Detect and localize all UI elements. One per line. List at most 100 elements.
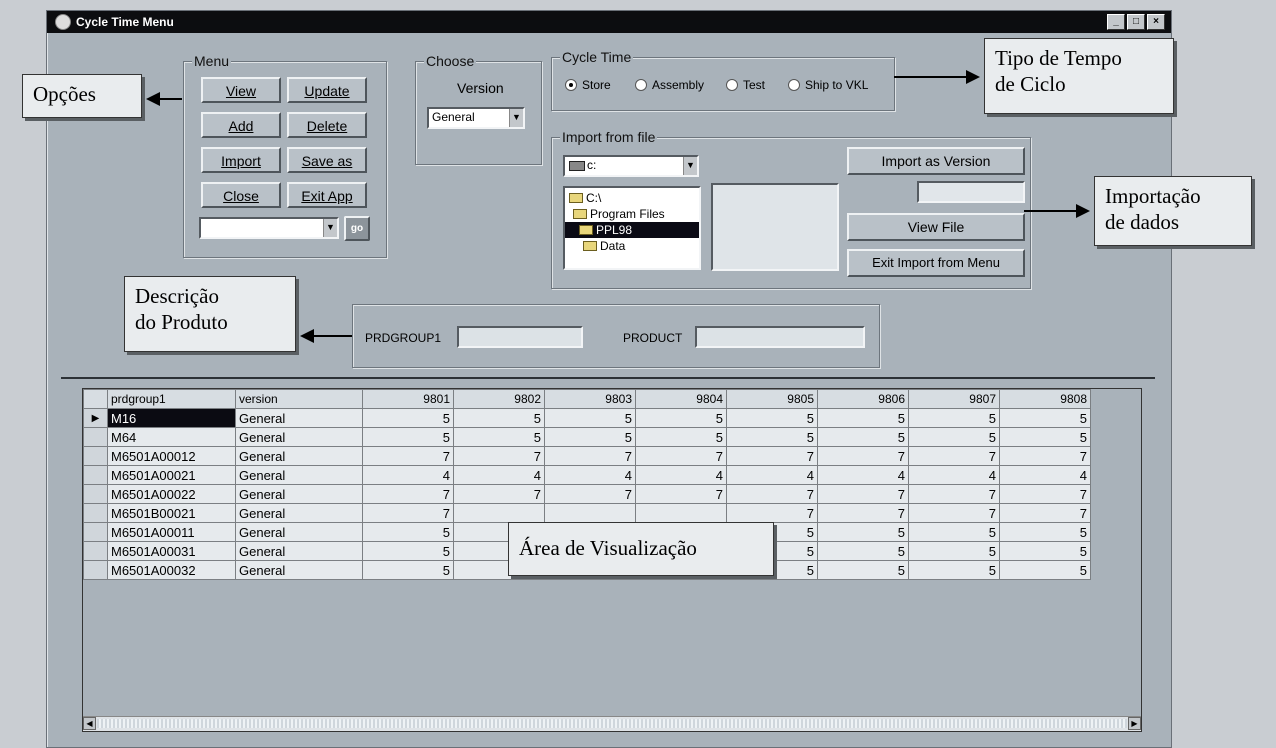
table-cell[interactable]: General — [235, 541, 363, 561]
exit-app-button[interactable]: Exit App — [287, 182, 367, 208]
table-cell[interactable] — [544, 503, 636, 523]
table-cell[interactable]: 7 — [635, 446, 727, 466]
table-cell[interactable]: General — [235, 522, 363, 542]
table-row[interactable]: M6501A00021 General 4 4 4 4 4 4 4 4 — [83, 465, 1091, 485]
table-cell[interactable]: 7 — [635, 484, 727, 504]
table-cell[interactable]: 4 — [362, 465, 454, 485]
update-button[interactable]: Update — [287, 77, 367, 103]
column-header[interactable]: 9801 — [362, 389, 454, 409]
chevron-down-icon[interactable]: ▼ — [683, 157, 697, 175]
table-cell[interactable]: General — [235, 427, 363, 447]
exit-import-button[interactable]: Exit Import from Menu — [847, 249, 1025, 277]
column-header[interactable]: 9806 — [817, 389, 909, 409]
table-cell[interactable]: 7 — [453, 446, 545, 466]
table-cell[interactable]: 4 — [908, 465, 1000, 485]
table-cell[interactable]: 7 — [362, 484, 454, 504]
table-cell[interactable]: 7 — [817, 446, 909, 466]
tree-item-root[interactable]: C:\ — [565, 190, 699, 206]
table-cell[interactable]: 7 — [726, 503, 818, 523]
table-cell[interactable]: 4 — [635, 465, 727, 485]
table-cell[interactable]: 5 — [999, 427, 1091, 447]
table-cell[interactable]: 5 — [635, 427, 727, 447]
chevron-down-icon[interactable]: ▼ — [323, 219, 337, 237]
table-cell[interactable]: 5 — [999, 522, 1091, 542]
add-button[interactable]: Add — [201, 112, 281, 138]
tree-item-ppl98[interactable]: PPL98 — [565, 222, 699, 238]
minimize-button[interactable]: _ — [1107, 14, 1125, 30]
tree-item-data[interactable]: Data — [565, 238, 699, 254]
delete-button[interactable]: Delete — [287, 112, 367, 138]
table-cell[interactable]: 7 — [817, 484, 909, 504]
prdgroup-input[interactable] — [457, 326, 583, 348]
table-cell[interactable]: 7 — [908, 484, 1000, 504]
file-list[interactable] — [711, 183, 839, 271]
table-cell[interactable]: 5 — [999, 408, 1091, 428]
table-cell[interactable]: 7 — [362, 446, 454, 466]
table-cell[interactable]: 5 — [817, 427, 909, 447]
table-cell[interactable]: General — [235, 465, 363, 485]
table-cell[interactable]: M6501A00031 — [107, 541, 236, 561]
table-cell[interactable]: 5 — [362, 427, 454, 447]
table-cell[interactable]: M6501A00022 — [107, 484, 236, 504]
table-cell[interactable]: 5 — [908, 408, 1000, 428]
table-cell[interactable]: 4 — [544, 465, 636, 485]
table-row[interactable]: M64 General 5 5 5 5 5 5 5 5 — [83, 427, 1091, 447]
row-selector[interactable] — [83, 503, 108, 523]
table-cell[interactable]: 4 — [999, 465, 1091, 485]
column-header[interactable]: 9802 — [453, 389, 545, 409]
table-cell[interactable]: M16 — [107, 408, 236, 428]
table-cell[interactable]: 5 — [999, 541, 1091, 561]
table-cell[interactable]: 5 — [635, 408, 727, 428]
column-header[interactable]: 9805 — [726, 389, 818, 409]
row-selector[interactable] — [83, 446, 108, 466]
radio-assembly[interactable]: Assembly — [635, 78, 704, 92]
folder-tree[interactable]: C:\ Program Files PPL98 Data — [563, 186, 701, 270]
table-cell[interactable]: General — [235, 503, 363, 523]
row-selector[interactable] — [83, 427, 108, 447]
row-selector[interactable] — [83, 541, 108, 561]
import-as-version-button[interactable]: Import as Version — [847, 147, 1025, 175]
table-cell[interactable]: 5 — [453, 408, 545, 428]
table-cell[interactable]: 5 — [817, 408, 909, 428]
row-selector[interactable] — [83, 465, 108, 485]
table-cell[interactable]: 7 — [999, 446, 1091, 466]
table-row[interactable]: M6501B00021 General 7 7 7 7 7 — [83, 503, 1091, 523]
go-button[interactable]: go — [344, 216, 370, 241]
table-cell[interactable]: 4 — [726, 465, 818, 485]
row-selector[interactable] — [83, 560, 108, 580]
current-row-icon[interactable]: ▶ — [83, 408, 108, 428]
table-cell[interactable]: M6501A00012 — [107, 446, 236, 466]
close-window-button[interactable]: × — [1147, 14, 1165, 30]
table-cell[interactable]: General — [235, 446, 363, 466]
scroll-left-icon[interactable]: ◀ — [83, 717, 96, 730]
column-header[interactable]: 9804 — [635, 389, 727, 409]
tree-item-program-files[interactable]: Program Files — [565, 206, 699, 222]
row-selector[interactable] — [83, 484, 108, 504]
scroll-thumb[interactable] — [97, 719, 1127, 728]
table-cell[interactable]: M6501B00021 — [107, 503, 236, 523]
row-selector[interactable] — [83, 522, 108, 542]
view-file-button[interactable]: View File — [847, 213, 1025, 241]
table-cell[interactable] — [453, 503, 545, 523]
table-cell[interactable]: 5 — [908, 522, 1000, 542]
table-cell[interactable]: 7 — [726, 484, 818, 504]
drive-select[interactable]: c: ▼ — [563, 155, 699, 177]
table-cell[interactable]: 7 — [544, 484, 636, 504]
radio-ship-to-vkl[interactable]: Ship to VKL — [788, 78, 868, 92]
save-as-button[interactable]: Save as — [287, 147, 367, 173]
table-row[interactable]: ▶ M16 General 5 5 5 5 5 5 5 5 — [83, 408, 1091, 428]
table-cell[interactable]: 7 — [999, 503, 1091, 523]
import-button[interactable]: Import — [201, 147, 281, 173]
table-cell[interactable]: 7 — [908, 503, 1000, 523]
table-cell[interactable]: 5 — [817, 522, 909, 542]
table-cell[interactable]: 5 — [908, 427, 1000, 447]
version-name-input[interactable] — [917, 181, 1025, 203]
chevron-down-icon[interactable]: ▼ — [509, 109, 523, 127]
radio-test[interactable]: Test — [726, 78, 765, 92]
product-input[interactable] — [695, 326, 865, 348]
table-cell[interactable]: M6501A00032 — [107, 560, 236, 580]
table-cell[interactable]: 5 — [362, 541, 454, 561]
table-cell[interactable]: 7 — [544, 446, 636, 466]
table-cell[interactable]: 5 — [362, 408, 454, 428]
table-cell[interactable]: 5 — [362, 560, 454, 580]
